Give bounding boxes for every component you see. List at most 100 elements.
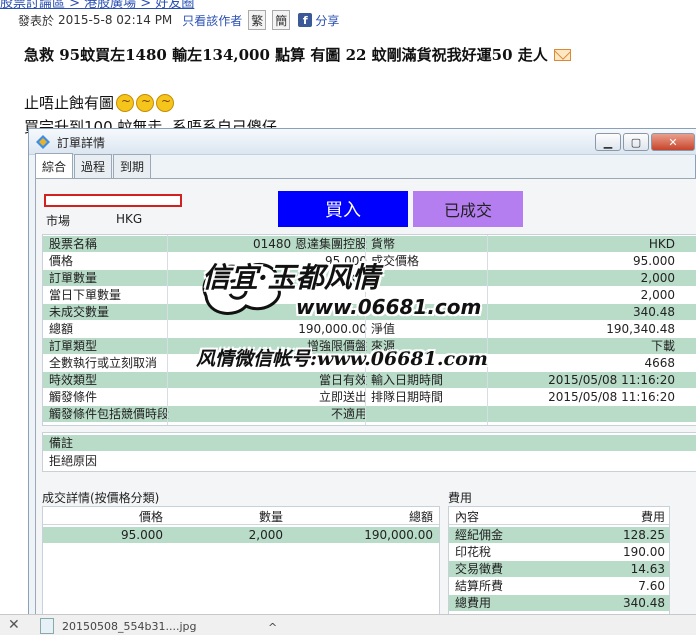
field-label: 貨幣 xyxy=(371,237,396,251)
reject-label: 拒絕原因 xyxy=(49,454,98,468)
field-value: HKD xyxy=(648,237,675,251)
table-row: 觸發條件包括競價時段 不適用 xyxy=(43,406,696,422)
download-filename: 20150508_554b31....jpg xyxy=(62,619,197,633)
close-download-bar-icon[interactable]: ✕ xyxy=(8,617,20,633)
fees-header-amount: 費用 xyxy=(640,510,665,524)
column-divider xyxy=(487,235,488,425)
status-badge: 已成交 xyxy=(413,191,523,227)
tab-summary[interactable]: 綜合 xyxy=(35,153,74,179)
fees-title: 費用 xyxy=(448,491,473,505)
field-value xyxy=(493,406,675,422)
field-label: 觸發條件 xyxy=(49,390,98,404)
fee-row: 交易徵費 14.63 xyxy=(449,561,669,577)
market-label: 市場 xyxy=(46,214,71,228)
remarks-label: 備註 xyxy=(49,436,74,450)
table-row[interactable]: 95.000 2,000 190,000.00 xyxy=(43,527,439,543)
fee-value: 7.60 xyxy=(638,579,665,593)
field-label: 成交價格 xyxy=(371,254,420,268)
redacted-field xyxy=(44,194,182,207)
fee-row: 經紀佣金 128.25 xyxy=(449,527,669,543)
author-only-link[interactable]: 只看該作者 xyxy=(182,12,242,29)
fills-header-qty: 數量 xyxy=(258,510,283,524)
window-titlebar[interactable]: 訂單詳情 ▁ ▢ ✕ xyxy=(29,129,696,155)
download-item[interactable]: 20150508_554b31....jpg ^ xyxy=(40,617,277,635)
summary-panel: 市場 HKG 買入 已成交 股票名稱 01480 恩達集團控股 貨幣 HKD 價格 95.… xyxy=(35,178,696,618)
fills-table: 價格 數量 總額 95.000 2,000 190,000.00 xyxy=(42,506,440,616)
maximize-button[interactable]: ▢ xyxy=(623,133,649,151)
traditional-button[interactable]: 繁 xyxy=(248,10,267,30)
fees-header-item: 內容 xyxy=(455,510,480,524)
field-label: 訂單數量 xyxy=(49,271,98,285)
field-value: 立即送出 xyxy=(318,390,367,404)
tab-bar: 綜合 過程 到期 xyxy=(35,153,152,179)
mail-icon xyxy=(553,48,571,61)
posted-label: 發表於 xyxy=(18,13,55,28)
fill-price: 95.000 xyxy=(121,528,163,542)
fees-header: 內容 費用 xyxy=(449,507,669,525)
field-label: 未成交數量 xyxy=(49,305,110,319)
fee-name: 總費用 xyxy=(455,596,492,610)
field-value: 不適用 xyxy=(330,407,367,421)
fee-value: 128.25 xyxy=(623,528,665,542)
field-value: 2015/05/08 11:16:20 xyxy=(548,390,675,404)
field-label: 觸發條件包括競價時段 xyxy=(49,407,170,421)
minimize-button[interactable]: ▁ xyxy=(595,133,621,151)
field-label: 淨值 xyxy=(371,322,396,336)
facebook-icon: f xyxy=(298,13,313,27)
fee-value: 340.48 xyxy=(623,596,665,610)
table-row: 總額 190,000.00 淨值 190,340.48 xyxy=(43,321,696,337)
field-label: 全數執行或立刻取消 xyxy=(49,356,158,370)
fills-header-total: 總額 xyxy=(408,510,433,524)
post-title: 急救 95蚊買左1480 輸左134,000 點算 有圖 22 蚊剛滿貨祝我好運… xyxy=(24,44,571,65)
post-body-line-1: 止唔止蝕有圖 xyxy=(24,92,175,113)
field-value: 下載 xyxy=(650,339,675,353)
share-button[interactable]: f 分享 xyxy=(298,12,339,29)
tab-expiry[interactable]: 到期 xyxy=(113,154,152,178)
emoji-icon xyxy=(156,93,175,112)
field-value: 2,000 xyxy=(640,271,675,285)
fees-table: 內容 費用 經紀佣金 128.25 印花稅 190.00 交易徵費 14.63 結算所費 7.… xyxy=(448,506,670,616)
remarks-area: 備註 拒絕原因 xyxy=(42,432,696,472)
emoji-icon xyxy=(136,93,155,112)
remarks-row: 備註 xyxy=(43,435,696,451)
reject-row: 拒絕原因 xyxy=(43,453,696,469)
field-value: 340.48 xyxy=(633,305,675,319)
fee-row: 結算所費 7.60 xyxy=(449,578,669,594)
fee-name: 交易徵費 xyxy=(455,562,504,576)
tab-process[interactable]: 過程 xyxy=(74,154,113,178)
fee-value: 14.63 xyxy=(630,562,665,576)
simplified-button[interactable]: 簡 xyxy=(272,10,291,30)
market-value: HKG xyxy=(116,212,143,226)
fill-total: 190,000.00 xyxy=(364,528,433,542)
table-row: 股票名稱 01480 恩達集團控股 貨幣 HKD xyxy=(43,236,696,252)
fill-qty: 2,000 xyxy=(248,528,283,542)
post-date: 2015-5-8 02:14 PM xyxy=(58,13,173,27)
post-body-text-1: 止唔止蝕有圖 xyxy=(24,94,115,112)
field-value: 當日有效 xyxy=(318,373,367,387)
order-detail-window: 訂單詳情 ▁ ▢ ✕ 綜合 過程 到期 市場 HKG 買入 已成交 股票名稱 01… xyxy=(28,128,696,618)
watermark-url: www.06681.com xyxy=(296,295,482,319)
field-label: 時效類型 xyxy=(49,373,98,387)
field-label: 訂單類型 xyxy=(49,339,98,353)
close-button[interactable]: ✕ xyxy=(651,133,695,151)
watermark-wechat: 风情微信帐号:www.06681.com xyxy=(196,348,488,370)
fee-name: 結算所費 xyxy=(455,579,504,593)
field-label xyxy=(371,406,491,422)
table-row: 時效類型 當日有效 輸入日期時間 2015/05/08 11:16:20 xyxy=(43,372,696,388)
fee-name: 經紀佣金 xyxy=(455,528,504,542)
emoji-icon xyxy=(116,93,135,112)
share-label: 分享 xyxy=(315,13,340,28)
buy-badge: 買入 xyxy=(278,191,408,227)
field-value: 2,000 xyxy=(640,288,675,302)
field-label: 當日下單數量 xyxy=(49,288,122,302)
fee-name: 印花稅 xyxy=(455,545,492,559)
download-bar: ✕ 20150508_554b31....jpg ^ xyxy=(0,614,696,635)
field-value: 01480 恩達集團控股 xyxy=(253,237,367,251)
field-label xyxy=(371,270,491,286)
post-meta: 發表於 2015-5-8 02:14 PM 只看該作者 繁 簡 f 分享 xyxy=(18,10,339,30)
field-label: 輸入日期時間 xyxy=(371,373,444,387)
field-label: 股票名稱 xyxy=(49,237,98,251)
field-value: 95.000 xyxy=(633,254,675,268)
chevron-up-icon[interactable]: ^ xyxy=(268,621,277,634)
field-value: 190,340.48 xyxy=(606,322,675,336)
